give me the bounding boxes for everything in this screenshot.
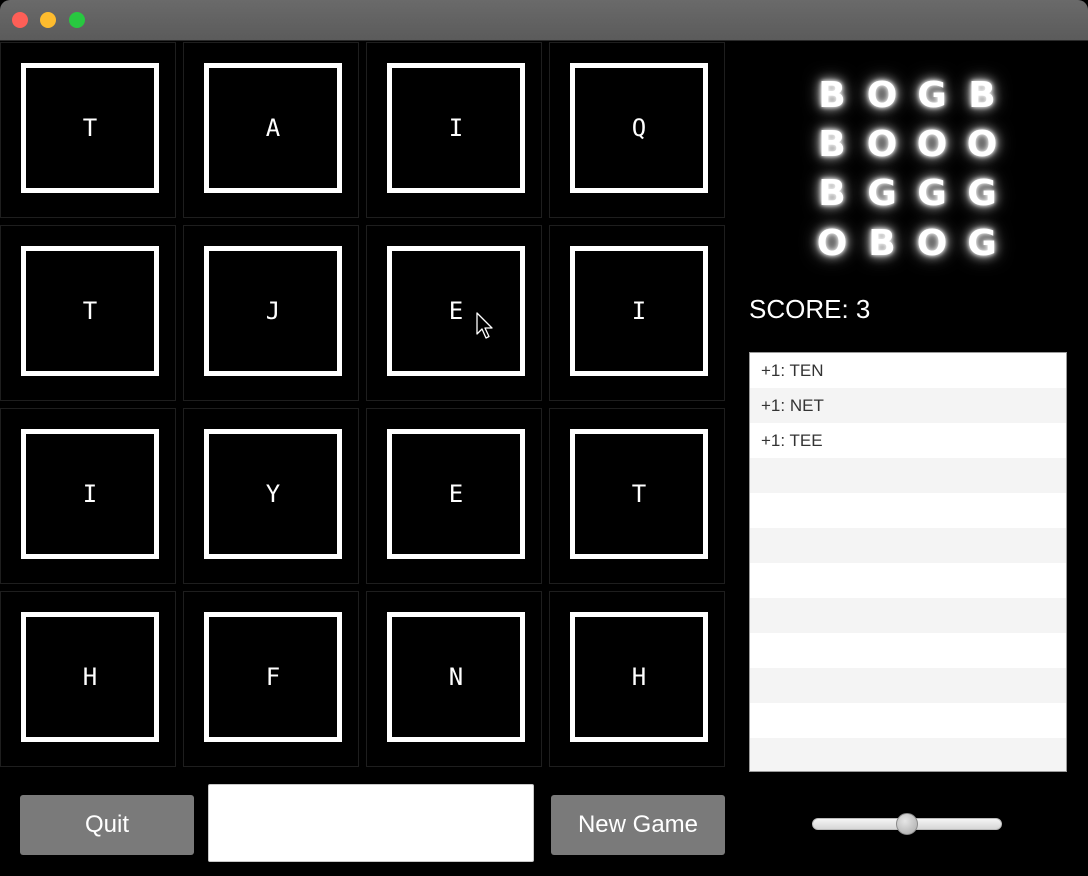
board-cell: E — [366, 408, 542, 584]
board-cell: H — [549, 591, 725, 767]
letter-tile[interactable]: H — [570, 612, 708, 742]
found-words-list[interactable]: +1: TEN +1: NET +1: TEE — [749, 352, 1067, 772]
word-list-item[interactable] — [750, 598, 1066, 633]
board-cell: N — [366, 591, 542, 767]
maximize-window-button[interactable] — [69, 12, 85, 28]
word-list-item[interactable] — [750, 738, 1066, 771]
letter-tile[interactable]: T — [570, 429, 708, 559]
logo-letter: G — [867, 173, 897, 214]
minimize-window-button[interactable] — [40, 12, 56, 28]
word-list-item[interactable] — [750, 528, 1066, 563]
app-window: TAIQTJEIIYETHFNH BOGBBOOOBGGGOBOG SCORE:… — [0, 0, 1088, 876]
logo-letter: B — [818, 124, 846, 165]
word-list-item[interactable] — [750, 458, 1066, 493]
board-cell: T — [0, 225, 176, 401]
word-list-item[interactable]: +1: NET — [750, 388, 1066, 423]
letter-tile[interactable]: Y — [204, 429, 342, 559]
letter-tile[interactable]: E — [387, 246, 525, 376]
letter-tile[interactable]: E — [387, 429, 525, 559]
word-list-item[interactable] — [750, 703, 1066, 738]
word-list-item[interactable] — [750, 563, 1066, 598]
board-cell: I — [0, 408, 176, 584]
new-game-button[interactable]: New Game — [551, 795, 725, 855]
mouse-pointer-icon — [476, 312, 493, 339]
board-cell: A — [183, 42, 359, 218]
word-list-item[interactable] — [750, 633, 1066, 668]
letter-tile[interactable]: I — [570, 246, 708, 376]
board-cell: T — [0, 42, 176, 218]
word-list-item[interactable] — [750, 493, 1066, 528]
letter-tile[interactable]: H — [21, 612, 159, 742]
letter-tile[interactable]: A — [204, 63, 342, 193]
board-cell: T — [549, 408, 725, 584]
letter-tile[interactable]: I — [21, 429, 159, 559]
board-cell: J — [183, 225, 359, 401]
quit-button[interactable]: Quit — [20, 795, 194, 855]
logo-letter: G — [917, 75, 947, 116]
letter-tile[interactable]: T — [21, 246, 159, 376]
letter-tile[interactable]: N — [387, 612, 525, 742]
letter-tile[interactable]: I — [387, 63, 525, 193]
logo-letter: O — [916, 223, 948, 264]
title-bar[interactable] — [0, 0, 1088, 41]
board-cell: I — [549, 225, 725, 401]
word-list-item[interactable]: +1: TEN — [750, 353, 1066, 388]
close-window-button[interactable] — [12, 12, 28, 28]
logo-letter: O — [916, 124, 948, 165]
logo-letter: B — [868, 223, 896, 264]
word-input[interactable] — [208, 784, 534, 862]
logo-letter: G — [967, 223, 997, 264]
letter-board: TAIQTJEIIYETHFNH — [0, 42, 726, 768]
boggle-logo: BOGBBOOOBGGGOBOG — [808, 74, 1008, 270]
logo-letter: G — [917, 173, 947, 214]
score-label: SCORE: 3 — [749, 294, 871, 324]
board-cell: Y — [183, 408, 359, 584]
logo-letter: O — [866, 75, 898, 116]
board-cell: Q — [549, 42, 725, 218]
logo-letter: O — [816, 223, 848, 264]
letter-tile[interactable]: T — [21, 63, 159, 193]
board-cell: H — [0, 591, 176, 767]
board-cell: I — [366, 42, 542, 218]
board-cell: E — [366, 225, 542, 401]
logo-letter: O — [866, 124, 898, 165]
logo-letter: B — [968, 75, 996, 116]
letter-tile[interactable]: J — [204, 246, 342, 376]
logo-letter: O — [966, 124, 998, 165]
board-cell: F — [183, 591, 359, 767]
letter-tile[interactable]: Q — [570, 63, 708, 193]
logo-letter: B — [818, 173, 846, 214]
logo-letter: B — [818, 75, 846, 116]
word-list-item[interactable]: +1: TEE — [750, 423, 1066, 458]
logo-letter: G — [967, 173, 997, 214]
letter-tile[interactable]: F — [204, 612, 342, 742]
word-list-item[interactable] — [750, 668, 1066, 703]
slider-thumb[interactable] — [896, 813, 918, 835]
